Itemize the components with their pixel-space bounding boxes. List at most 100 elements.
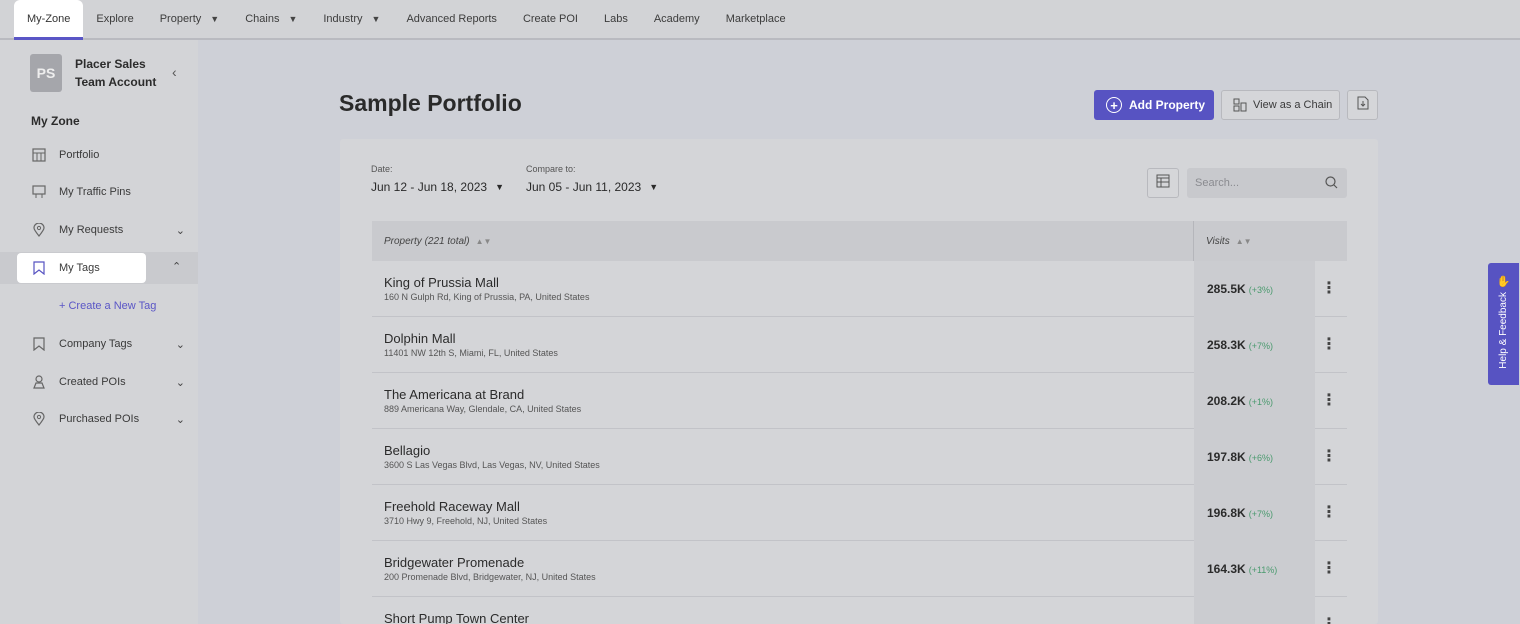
- visits-count: 208.2K: [1207, 394, 1246, 408]
- more-options-icon[interactable]: ⋮: [1321, 558, 1337, 578]
- chevron-down-icon: ▼: [495, 182, 505, 192]
- column-header-property[interactable]: Property (221 total) ▲▼: [372, 221, 1194, 261]
- tab-industry[interactable]: Industry ▼: [310, 0, 393, 38]
- property-name[interactable]: The Americana at Brand: [384, 387, 524, 402]
- tag-icon: [31, 260, 47, 276]
- table-row[interactable]: Bellagio 3600 S Las Vegas Blvd, Las Vega…: [372, 429, 1347, 485]
- visits-change: (+1%): [1248, 397, 1273, 407]
- location-pin-icon: [31, 411, 47, 427]
- visits-value: 197.8K (+6%): [1207, 450, 1273, 464]
- more-options-icon[interactable]: ⋮: [1321, 334, 1337, 354]
- view-as-chain-button[interactable]: View as a Chain: [1221, 90, 1340, 120]
- compare-label: Compare to:: [526, 164, 576, 174]
- table-header: Property (221 total) ▲▼ Visits ▲▼: [372, 221, 1347, 261]
- sidebar-item-company-tags[interactable]: Company Tags ⌄: [17, 329, 195, 359]
- sidebar-item-label: My Tags: [59, 262, 100, 274]
- property-name[interactable]: Dolphin Mall: [384, 331, 456, 346]
- compare-picker[interactable]: Compare to: Jun 05 - Jun 11, 2023 ▼: [526, 164, 658, 194]
- chevron-down-icon[interactable]: ⌄: [176, 338, 185, 351]
- date-value[interactable]: Jun 12 - Jun 18, 2023 ▼: [371, 180, 504, 194]
- visits-count: 285.5K: [1207, 282, 1246, 296]
- chevron-down-icon: ▼: [210, 14, 220, 24]
- tab-create-poi[interactable]: Create POI: [510, 0, 591, 38]
- more-options-icon[interactable]: ⋮: [1321, 278, 1337, 298]
- plus-icon: +: [1106, 97, 1122, 113]
- column-header-label: Property (221 total): [384, 235, 470, 247]
- tab-chains[interactable]: Chains ▼: [232, 0, 310, 38]
- created-poi-icon: [31, 374, 47, 390]
- sort-icon: ▲▼: [475, 236, 492, 246]
- tab-property[interactable]: Property ▼: [147, 0, 233, 38]
- search-icon[interactable]: [1325, 176, 1338, 194]
- more-options-icon[interactable]: ⋮: [1321, 446, 1337, 466]
- page-title: Sample Portfolio: [339, 90, 522, 116]
- tab-explore[interactable]: Explore: [83, 0, 146, 38]
- tab-my-zone[interactable]: My-Zone: [14, 0, 84, 40]
- account-header: PS Placer Sales Team Account: [30, 54, 167, 92]
- property-name[interactable]: Bridgewater Promenade: [384, 555, 524, 570]
- sidebar-item-created-pois[interactable]: Created POIs ⌄: [17, 367, 195, 397]
- sidebar-item-label: My Traffic Pins: [59, 186, 131, 198]
- column-header-label: Visits: [1206, 235, 1230, 247]
- table-row[interactable]: Short Pump Town Center ⋮: [372, 597, 1347, 624]
- location-pin-icon: [31, 222, 47, 238]
- tab-academy[interactable]: Academy: [641, 0, 713, 38]
- table-row[interactable]: Dolphin Mall 11401 NW 12th S, Miami, FL,…: [372, 317, 1347, 373]
- section-title: My Zone: [31, 114, 80, 128]
- chevron-up-icon[interactable]: ⌃: [172, 260, 181, 273]
- property-name[interactable]: Bellagio: [384, 443, 430, 458]
- more-options-icon[interactable]: ⋮: [1321, 614, 1337, 624]
- more-options-icon[interactable]: ⋮: [1321, 390, 1337, 410]
- chevron-down-icon: ▼: [649, 182, 659, 192]
- table-row[interactable]: Bridgewater Promenade 200 Promenade Blvd…: [372, 541, 1347, 597]
- tab-labs[interactable]: Labs: [591, 0, 641, 38]
- search-input[interactable]: [1195, 177, 1315, 189]
- sidebar-item-label: Purchased POIs: [59, 413, 140, 425]
- visits-change: (+7%): [1248, 341, 1273, 351]
- avatar: PS: [30, 54, 62, 92]
- download-file-icon: [1357, 96, 1369, 115]
- chevron-down-icon: ▼: [288, 14, 298, 24]
- table-row[interactable]: King of Prussia Mall 160 N Gulph Rd, Kin…: [372, 261, 1347, 317]
- table-row[interactable]: Freehold Raceway Mall 3710 Hwy 9, Freeho…: [372, 485, 1347, 541]
- add-property-button[interactable]: + Add Property: [1094, 90, 1214, 120]
- column-header-visits[interactable]: Visits ▲▼: [1194, 236, 1314, 247]
- chevron-down-icon[interactable]: ⌄: [176, 224, 185, 237]
- property-name[interactable]: Short Pump Town Center: [384, 611, 529, 624]
- chevron-down-icon[interactable]: ⌄: [176, 413, 185, 426]
- date-label: Date:: [371, 164, 393, 174]
- sidebar-item-requests[interactable]: My Requests ⌄: [17, 215, 195, 245]
- collapse-sidebar-icon[interactable]: ‹: [172, 64, 177, 80]
- visits-value: 208.2K (+1%): [1207, 394, 1273, 408]
- tab-label: Marketplace: [725, 13, 786, 25]
- button-label: Add Property: [1129, 98, 1206, 112]
- visits-value: 285.5K (+3%): [1207, 282, 1273, 296]
- compare-range-text: Jun 05 - Jun 11, 2023: [526, 180, 642, 194]
- tab-label: My-Zone: [27, 13, 71, 25]
- help-feedback-tab[interactable]: ✋ Help & Feedback: [1488, 263, 1519, 385]
- property-name[interactable]: Freehold Raceway Mall: [384, 499, 520, 514]
- date-picker[interactable]: Date: Jun 12 - Jun 18, 2023 ▼: [371, 164, 504, 194]
- tab-marketplace[interactable]: Marketplace: [713, 0, 799, 38]
- property-address: 3710 Hwy 9, Freehold, NJ, United States: [384, 516, 548, 526]
- more-options-icon[interactable]: ⋮: [1321, 502, 1337, 522]
- sidebar-item-traffic-pins[interactable]: My Traffic Pins: [17, 177, 195, 207]
- sidebar-item-label: Created POIs: [59, 376, 126, 388]
- search-box: [1187, 168, 1347, 198]
- chevron-down-icon[interactable]: ⌄: [176, 376, 185, 389]
- sidebar-item-my-tags[interactable]: My Tags: [17, 253, 146, 283]
- table-row[interactable]: The Americana at Brand 889 Americana Way…: [372, 373, 1347, 429]
- create-new-tag-link[interactable]: + Create a New Tag: [59, 300, 156, 312]
- sidebar-item-portfolio[interactable]: Portfolio: [17, 140, 195, 170]
- column-settings-button[interactable]: [1147, 168, 1179, 198]
- compare-value[interactable]: Jun 05 - Jun 11, 2023 ▼: [526, 180, 658, 194]
- sidebar-item-purchased-pois[interactable]: Purchased POIs ⌄: [17, 404, 195, 434]
- visits-column-band: [1194, 597, 1315, 624]
- tab-advanced-reports[interactable]: Advanced Reports: [393, 0, 510, 38]
- sidebar-item-label: Company Tags: [59, 338, 133, 350]
- property-name[interactable]: King of Prussia Mall: [384, 275, 499, 290]
- hand-icon: ✋: [1496, 276, 1511, 288]
- visits-count: 197.8K: [1207, 450, 1246, 464]
- export-button[interactable]: [1347, 90, 1378, 120]
- property-address: 11401 NW 12th S, Miami, FL, United State…: [384, 348, 558, 358]
